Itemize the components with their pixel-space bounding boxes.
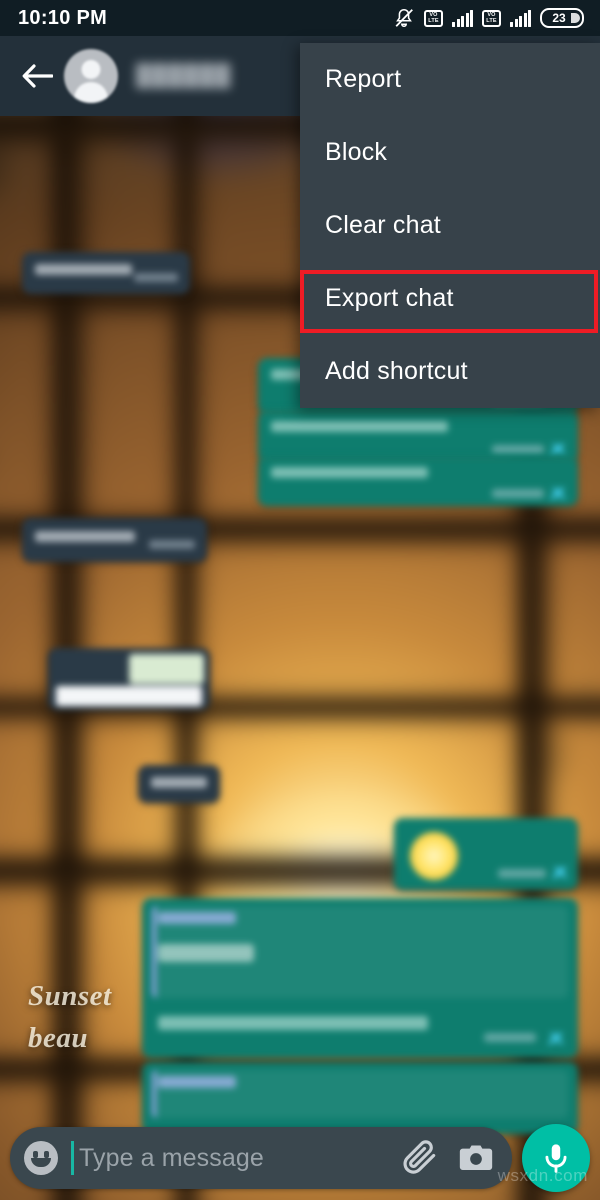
menu-item-label: Block — [325, 138, 388, 166]
volte-icon: VO LTE — [482, 9, 501, 27]
menu-item-label: Clear chat — [325, 211, 441, 239]
signal-bars-icon — [452, 9, 473, 27]
battery-indicator: 23 — [540, 8, 584, 28]
contact-name[interactable]: ██████ — [136, 64, 231, 88]
signal-bars-icon — [510, 9, 531, 27]
status-bar: 10:10 PM VO LTE VO LTE 23 — [0, 0, 600, 36]
camera-icon[interactable] — [456, 1138, 496, 1178]
menu-item-export-chat[interactable]: Export chat — [300, 262, 600, 335]
message-bubble[interactable] — [142, 898, 578, 1058]
volte-icon: VO LTE — [424, 9, 443, 27]
paperclip-icon[interactable] — [400, 1138, 440, 1178]
menu-item-label: Report — [325, 65, 402, 93]
emoji-smiley-icon[interactable] — [24, 1141, 58, 1175]
status-bar-icons: VO LTE VO LTE 23 — [393, 7, 584, 29]
message-bubble[interactable] — [138, 765, 220, 803]
bell-muted-icon — [395, 8, 413, 28]
back-button[interactable] — [14, 53, 60, 99]
message-bubble[interactable] — [22, 518, 207, 562]
message-bubble[interactable] — [394, 818, 578, 890]
message-input-bar: Type a message — [0, 1122, 600, 1200]
back-arrow-icon — [22, 64, 53, 88]
menu-item-clear-chat[interactable]: Clear chat — [300, 189, 600, 262]
menu-item-report[interactable]: Report — [300, 43, 600, 116]
menu-item-add-shortcut[interactable]: Add shortcut — [300, 335, 600, 408]
text-cursor — [71, 1141, 74, 1175]
status-bar-clock: 10:10 PM — [18, 6, 108, 29]
avatar[interactable] — [64, 49, 118, 103]
voice-record-button[interactable] — [522, 1124, 590, 1192]
message-input-placeholder[interactable]: Type a message — [79, 1144, 400, 1173]
message-bubble[interactable] — [258, 410, 578, 462]
menu-item-block[interactable]: Block — [300, 116, 600, 189]
microphone-icon — [545, 1144, 567, 1173]
message-bubble[interactable] — [22, 252, 190, 294]
menu-item-label: Export chat — [325, 284, 454, 312]
overflow-menu[interactable]: Report Block Clear chat Export chat Add … — [300, 43, 600, 408]
message-input-pill[interactable]: Type a message — [10, 1127, 512, 1189]
menu-item-label: Add shortcut — [325, 357, 468, 385]
message-bubble[interactable] — [258, 456, 578, 506]
message-bubble[interactable] — [48, 648, 210, 710]
phone-screen: Sunset beau 10:10 PM VO LTE VO LTE 23 ██… — [0, 0, 600, 1200]
